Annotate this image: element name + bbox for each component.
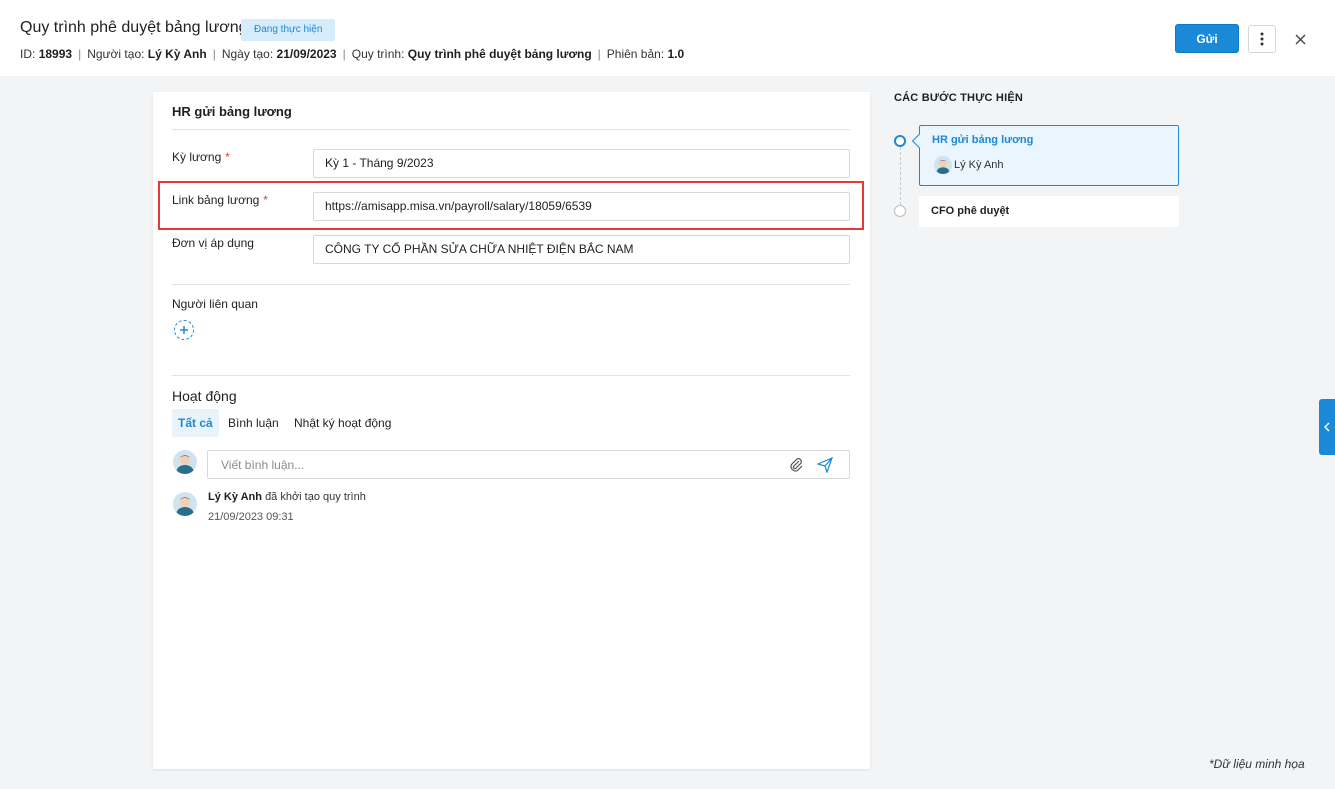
step-connector	[900, 147, 901, 205]
step-indicator-pending	[894, 205, 906, 217]
creator-value: Lý Kỳ Anh	[147, 47, 207, 61]
side-panel-toggle[interactable]	[1319, 399, 1335, 455]
close-icon	[1295, 34, 1305, 44]
pay-period-field[interactable]: Kỳ 1 - Tháng 9/2023	[313, 149, 850, 178]
plus-icon	[180, 326, 188, 334]
payroll-link-field[interactable]: https://amisapp.misa.vn/payroll/salary/1…	[313, 192, 850, 221]
process-meta: ID: 18993 | Người tạo: Lý Kỳ Anh | Ngày tạo:…	[20, 47, 685, 61]
step-cfo-approve[interactable]: CFO phê duyệt	[919, 196, 1179, 227]
step-assignee: Lý Kỳ Anh	[954, 159, 1004, 171]
chevron-left-icon	[1324, 422, 1330, 432]
version-value: 1.0	[667, 47, 685, 61]
user-avatar-icon	[173, 450, 197, 474]
creator-label: Người tạo:	[87, 47, 145, 61]
comment-input[interactable]	[208, 451, 768, 478]
tab-all[interactable]: Tất cả	[172, 409, 219, 437]
user-avatar-icon	[934, 156, 952, 174]
more-vertical-icon	[1260, 32, 1264, 46]
avatar	[173, 450, 197, 474]
header: Quy trình phê duyệt bảng lương Đang thực…	[0, 0, 1335, 76]
date-label: Ngày tạo:	[221, 47, 274, 61]
required-mark: *	[263, 193, 268, 207]
comment-box	[207, 450, 850, 479]
activity-user: Lý Kỳ Anh	[208, 491, 262, 503]
tab-comments[interactable]: Bình luận	[222, 409, 285, 437]
unit-field[interactable]: CÔNG TY CỔ PHẦN SỬA CHỮA NHIỆT ĐIỆN BẮC …	[313, 235, 850, 264]
step-name: HR gửi bảng lương	[932, 134, 1034, 146]
process-value: Quy trình phê duyệt bảng lương	[407, 47, 592, 61]
activity-time: 21/09/2023 09:31	[208, 511, 294, 523]
step-name: CFO phê duyệt	[931, 205, 1010, 217]
page-title: Quy trình phê duyệt bảng lương	[20, 19, 248, 36]
id-label: ID:	[20, 47, 36, 61]
steps-title: CÁC BƯỚC THỰC HIỆN	[894, 92, 1024, 104]
status-badge: Đang thực hiện	[241, 19, 336, 41]
more-options-button[interactable]	[1248, 25, 1276, 53]
payroll-link-label: Link bảng lương *	[172, 193, 268, 207]
related-people-label: Người liên quan	[172, 297, 258, 311]
footnote: *Dữ liệu minh họa	[1209, 757, 1305, 771]
form-card: HR gửi bảng lương Kỳ lương * Kỳ 1 - Tháng…	[153, 92, 870, 769]
activity-title: Hoạt động	[172, 388, 237, 404]
pay-period-label: Kỳ lương *	[172, 150, 230, 164]
step-indicator-active	[894, 135, 906, 147]
divider	[172, 284, 850, 285]
activity-entry: Lý Kỳ Anh đã khởi tạo quy trình	[208, 491, 366, 503]
send-button[interactable]: Gửi	[1175, 24, 1239, 53]
unit-label: Đơn vị áp dụng	[172, 236, 254, 250]
divider	[172, 375, 850, 376]
close-button[interactable]	[1290, 29, 1310, 49]
version-label: Phiên bản:	[606, 47, 665, 61]
avatar	[173, 492, 197, 516]
id-value: 18993	[38, 47, 73, 61]
user-avatar-icon	[173, 492, 197, 516]
section-title: HR gửi bảng lương	[172, 104, 292, 119]
divider	[172, 129, 850, 130]
add-related-person-button[interactable]	[174, 320, 194, 340]
process-label: Quy trình:	[351, 47, 405, 61]
tab-activity-log[interactable]: Nhật ký hoạt động	[288, 409, 397, 437]
activity-action: đã khởi tạo quy trình	[265, 491, 366, 503]
avatar	[934, 156, 952, 174]
step-hr-send[interactable]: HR gửi bảng lương Lý Kỳ Anh	[919, 125, 1179, 186]
date-value: 21/09/2023	[276, 47, 337, 61]
required-mark: *	[225, 150, 230, 164]
send-icon[interactable]	[817, 457, 833, 473]
paperclip-icon[interactable]	[788, 457, 804, 473]
